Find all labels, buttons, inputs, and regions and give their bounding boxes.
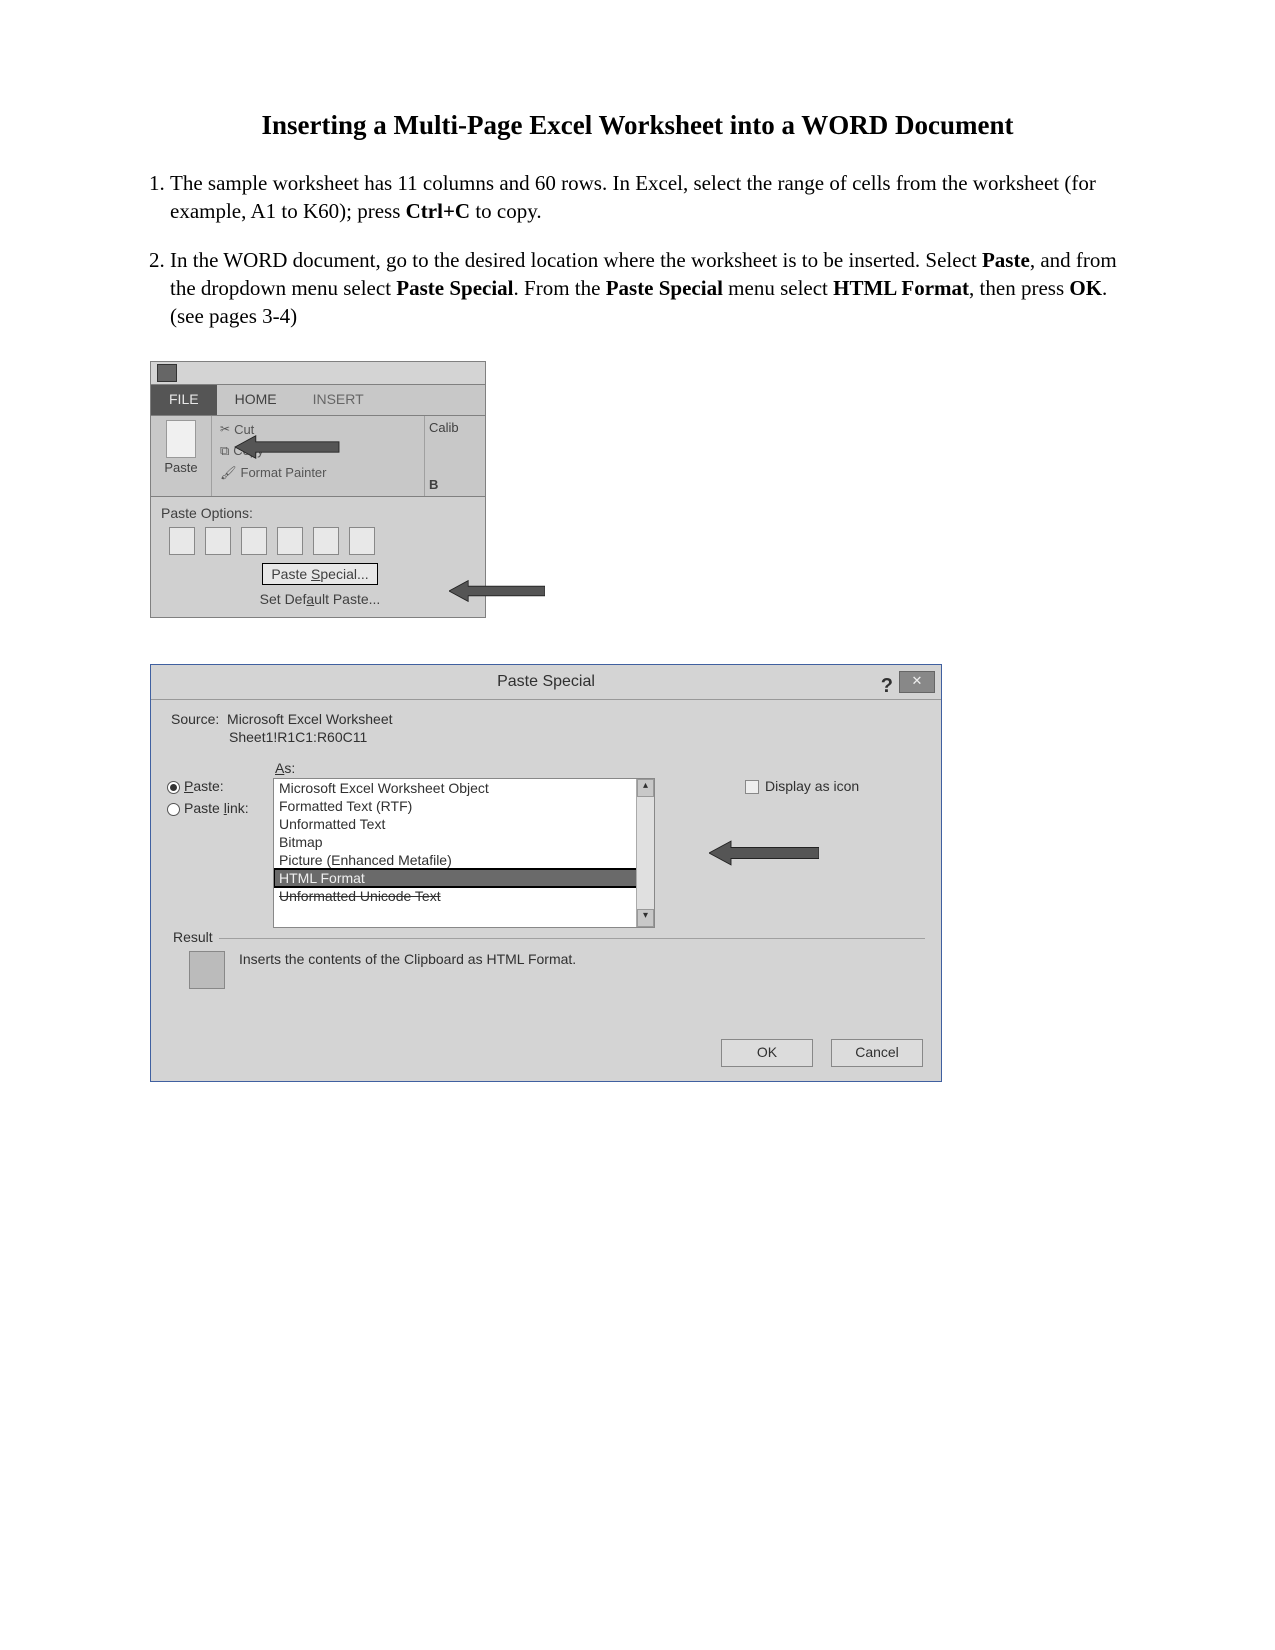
result-text: Inserts the contents of the Clipboard as… <box>239 951 576 967</box>
scissors-icon: ✂ <box>220 422 230 436</box>
step-2-text-e: . From the <box>514 276 606 300</box>
list-item[interactable]: Bitmap <box>274 833 654 851</box>
font-name-field[interactable]: Calib <box>429 420 481 435</box>
format-listbox[interactable]: Microsoft Excel Worksheet Object Formatt… <box>273 778 655 928</box>
help-button[interactable]: ? <box>881 669 893 703</box>
display-as-icon-label: Display as icon <box>765 778 859 794</box>
paste-options-label: Paste Options: <box>161 505 479 521</box>
word-app-icon <box>157 364 177 382</box>
list-item[interactable]: Picture (Enhanced Metafile) <box>274 851 654 869</box>
step-2-text-a: In the WORD document, go to the desired … <box>170 248 982 272</box>
paste-special-dialog: Paste Special ? ✕ Source: Microsoft Exce… <box>150 664 942 1082</box>
clipboard-result-icon <box>189 951 225 989</box>
step-2-pastespecial: Paste Special <box>396 276 513 300</box>
set-default-paste-menu-item[interactable]: Set Default Paste... <box>260 591 381 607</box>
list-item[interactable]: Unformatted Text <box>274 815 654 833</box>
source-line-1: Microsoft Excel Worksheet <box>227 711 392 727</box>
paste-option-icon[interactable] <box>241 527 267 555</box>
radio-dot-icon <box>167 803 180 816</box>
copy-icon: ⧉ <box>220 443 229 459</box>
bold-button[interactable]: B <box>429 477 481 492</box>
source-line-2: Sheet1!R1C1:R60C11 <box>171 728 925 746</box>
instruction-list: The sample worksheet has 11 columns and … <box>130 169 1145 331</box>
scroll-up-icon[interactable]: ▴ <box>637 779 654 797</box>
result-legend: Result <box>167 929 219 945</box>
step-1-shortcut: Ctrl+C <box>406 199 470 223</box>
format-painter-label: Format Painter <box>241 465 327 480</box>
step-2-text-g: menu select <box>723 276 833 300</box>
source-label: Source: <box>171 711 219 727</box>
paste-option-icon[interactable] <box>277 527 303 555</box>
list-item-selected[interactable]: HTML Format <box>274 869 654 887</box>
scroll-down-icon[interactable]: ▾ <box>637 909 654 927</box>
paste-icon <box>166 420 196 458</box>
display-as-icon-checkbox[interactable]: Display as icon <box>745 778 859 794</box>
format-painter-button[interactable]: 🖌 Format Painter <box>220 465 418 481</box>
tab-home[interactable]: HOME <box>217 385 295 415</box>
step-1: The sample worksheet has 11 columns and … <box>170 169 1145 226</box>
radio-dot-icon <box>167 781 180 794</box>
step-2-text-i: , then press <box>969 276 1069 300</box>
paste-link-radio[interactable]: Paste link: <box>167 800 273 816</box>
step-2-htmlformat: HTML Format <box>833 276 969 300</box>
step-1-text-a: The sample worksheet has 11 columns and … <box>170 171 1096 223</box>
paste-button[interactable]: Paste <box>151 416 212 496</box>
step-2: In the WORD document, go to the desired … <box>170 246 1145 331</box>
page-title: Inserting a Multi-Page Excel Worksheet i… <box>130 110 1145 141</box>
dialog-titlebar: Paste Special ? ✕ <box>151 665 941 700</box>
brush-icon: 🖌 <box>220 465 237 481</box>
annotation-arrow-paste <box>232 434 342 460</box>
annotation-arrow-paste-special <box>449 578 545 604</box>
step-2-pastespecial2: Paste Special <box>606 276 723 300</box>
cancel-button[interactable]: Cancel <box>831 1039 923 1067</box>
step-1-text-c: to copy. <box>470 199 542 223</box>
listbox-scrollbar[interactable]: ▴ ▾ <box>636 779 654 927</box>
list-item[interactable]: Formatted Text (RTF) <box>274 797 654 815</box>
paste-option-icon[interactable] <box>205 527 231 555</box>
paste-special-menu-item[interactable]: Paste Special... <box>262 563 377 585</box>
list-item[interactable]: Unformatted Unicode Text <box>274 887 654 905</box>
dialog-title: Paste Special <box>497 673 595 690</box>
quick-access-toolbar <box>151 362 485 385</box>
paste-radio[interactable]: Paste: <box>167 778 273 794</box>
ribbon-screenshot: FILE HOME INSERT Paste ✂ Cut ⧉ Copy <box>150 361 486 618</box>
step-2-ok: OK <box>1069 276 1102 300</box>
paste-label: Paste <box>164 460 197 475</box>
step-2-paste: Paste <box>982 248 1030 272</box>
ok-button[interactable]: OK <box>721 1039 813 1067</box>
paste-option-icon[interactable] <box>313 527 339 555</box>
list-item[interactable]: Microsoft Excel Worksheet Object <box>274 779 654 797</box>
tab-file[interactable]: FILE <box>151 385 217 415</box>
annotation-arrow-html-format <box>709 839 819 867</box>
close-button[interactable]: ✕ <box>899 671 935 693</box>
tab-insert[interactable]: INSERT <box>295 385 382 415</box>
paste-option-icon[interactable] <box>349 527 375 555</box>
paste-option-icon[interactable] <box>169 527 195 555</box>
checkbox-icon <box>745 780 759 794</box>
